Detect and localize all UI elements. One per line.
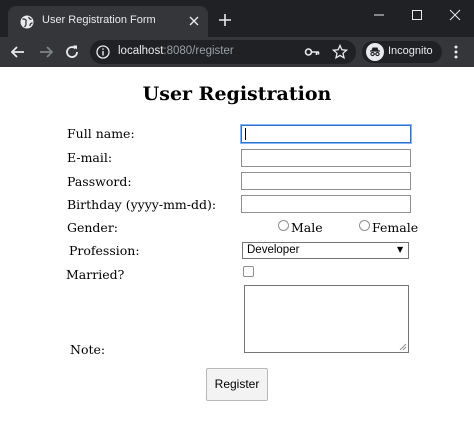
profession-label: Profession: <box>69 243 140 258</box>
site-info-icon[interactable] <box>96 45 110 59</box>
page-title: User Registration <box>142 83 332 105</box>
email-label: E-mail: <box>67 150 113 165</box>
url-path: :8080/register <box>163 45 234 57</box>
browser-toolbar: localhost:8080/register Incognito <box>0 37 474 67</box>
key-icon[interactable] <box>304 45 320 59</box>
profession-select[interactable]: Developer ▼ <box>242 242 409 259</box>
incognito-icon <box>366 43 384 61</box>
note-label: Note: <box>70 342 106 357</box>
url-text: localhost:8080/register <box>118 45 234 57</box>
incognito-button[interactable]: Incognito <box>362 41 442 63</box>
star-icon[interactable] <box>332 44 348 60</box>
new-tab-icon[interactable] <box>218 13 232 27</box>
text-caret <box>245 128 246 140</box>
register-button[interactable]: Register <box>206 368 268 401</box>
forward-arrow-icon[interactable] <box>37 43 55 61</box>
gender-female-label: Female <box>372 220 419 235</box>
email-input[interactable] <box>241 149 411 167</box>
address-bar[interactable]: localhost:8080/register <box>90 40 356 64</box>
close-window-button[interactable] <box>434 0 474 30</box>
close-tab-icon[interactable] <box>188 15 200 27</box>
browser-tab[interactable]: User Registration Form <box>8 6 208 37</box>
minimize-icon <box>374 14 384 16</box>
profession-selected-value: Developer <box>247 244 300 256</box>
gender-male-radio[interactable] <box>278 220 289 231</box>
browser-titlebar: User Registration Form <box>0 0 474 37</box>
married-checkbox[interactable] <box>243 266 254 277</box>
page-content: User Registration Full name: E-mail: Pas… <box>0 67 474 429</box>
url-host: localhost <box>118 45 164 57</box>
full-name-input[interactable] <box>241 125 411 143</box>
password-input[interactable] <box>241 172 411 190</box>
back-arrow-icon[interactable] <box>9 43 27 61</box>
maximize-button[interactable] <box>396 0 438 30</box>
minimize-button[interactable] <box>358 0 400 30</box>
gender-male-label: Male <box>291 220 323 235</box>
incognito-label: Incognito <box>388 45 433 57</box>
reload-icon[interactable] <box>63 43 81 61</box>
married-label: Married? <box>66 267 125 282</box>
resize-grip-icon[interactable] <box>399 343 407 351</box>
password-label: Password: <box>67 174 132 189</box>
tab-title: User Registration Form <box>42 14 156 26</box>
globe-icon <box>20 15 34 29</box>
gender-label: Gender: <box>67 220 119 235</box>
gender-female-radio[interactable] <box>359 220 370 231</box>
birthday-label: Birthday (yyyy-mm-dd): <box>67 197 217 212</box>
birthday-input[interactable] <box>241 195 411 213</box>
dropdown-arrow-icon: ▼ <box>397 245 404 254</box>
close-icon <box>449 9 461 21</box>
full-name-label: Full name: <box>67 126 135 141</box>
maximize-icon <box>412 10 422 20</box>
note-textarea[interactable] <box>244 285 409 353</box>
more-menu-icon[interactable] <box>452 44 460 60</box>
